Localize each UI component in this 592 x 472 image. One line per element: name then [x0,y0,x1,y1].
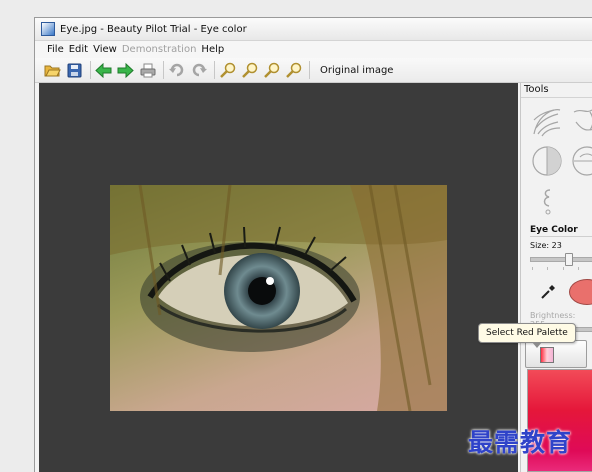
eye-outline-tool-icon[interactable] [569,143,592,179]
zoom-actual-icon[interactable] [284,61,303,80]
face-shape-tool-icon[interactable] [569,103,592,139]
section-divider [530,236,592,237]
eye-color-section-title: Eye Color [530,225,578,235]
window-title: Eye.jpg - Beauty Pilot Trial - Eye color [60,23,247,35]
red-palette-icon [540,347,554,363]
tooltip-tail [532,342,542,348]
eyedropper-icon[interactable] [539,283,557,301]
title-bar: Eye.jpg - Beauty Pilot Trial - Eye color [35,18,592,41]
toolbar-separator [309,61,310,79]
menu-view[interactable]: View [93,44,117,55]
size-slider-thumb[interactable] [565,253,573,266]
half-circle-tool-icon[interactable] [529,143,565,179]
size-label: Size: 23 [530,241,562,250]
forward-arrow-icon[interactable] [116,61,135,80]
hair-tool-icon[interactable] [529,103,565,139]
menu-bar: File Edit View Demonstration Help [35,41,592,58]
app-window: Eye.jpg - Beauty Pilot Trial - Eye color… [34,17,592,472]
zoom-in-icon[interactable] [218,61,237,80]
open-folder-icon[interactable] [43,61,62,80]
print-icon[interactable] [138,61,157,80]
zoom-fit-icon[interactable] [262,61,281,80]
menu-demonstration[interactable]: Demonstration [122,44,197,55]
menu-edit[interactable]: Edit [69,44,88,55]
menu-help[interactable]: Help [201,44,224,55]
eye-color-swatch[interactable] [569,279,592,305]
image-canvas[interactable] [39,83,518,472]
tools-panel-title: Tools [521,83,592,98]
toolbar-separator [90,61,91,79]
undo-icon[interactable] [167,61,186,80]
save-icon[interactable] [65,61,84,80]
app-icon [41,22,55,36]
original-image-button[interactable]: Original image [317,63,396,78]
menu-file[interactable]: File [47,44,64,55]
size-slider-ticks [532,267,592,270]
back-arrow-icon[interactable] [94,61,113,80]
tools-panel: Tools Eye Color Size: 23 Brightness: [520,83,592,472]
toolbar-separator [163,61,164,79]
redo-icon[interactable] [189,61,208,80]
tooltip: Select Red Palette [478,323,576,343]
toolbar-separator [214,61,215,79]
eyebrow-tool-icon[interactable] [529,183,565,219]
eye-photo[interactable] [110,185,447,411]
toolbar: Original image [35,58,592,83]
client-area: Tools Eye Color Size: 23 Brightness: [35,83,592,472]
size-slider-track[interactable] [530,257,592,262]
zoom-out-icon[interactable] [240,61,259,80]
watermark: 最需教育 [468,428,573,457]
